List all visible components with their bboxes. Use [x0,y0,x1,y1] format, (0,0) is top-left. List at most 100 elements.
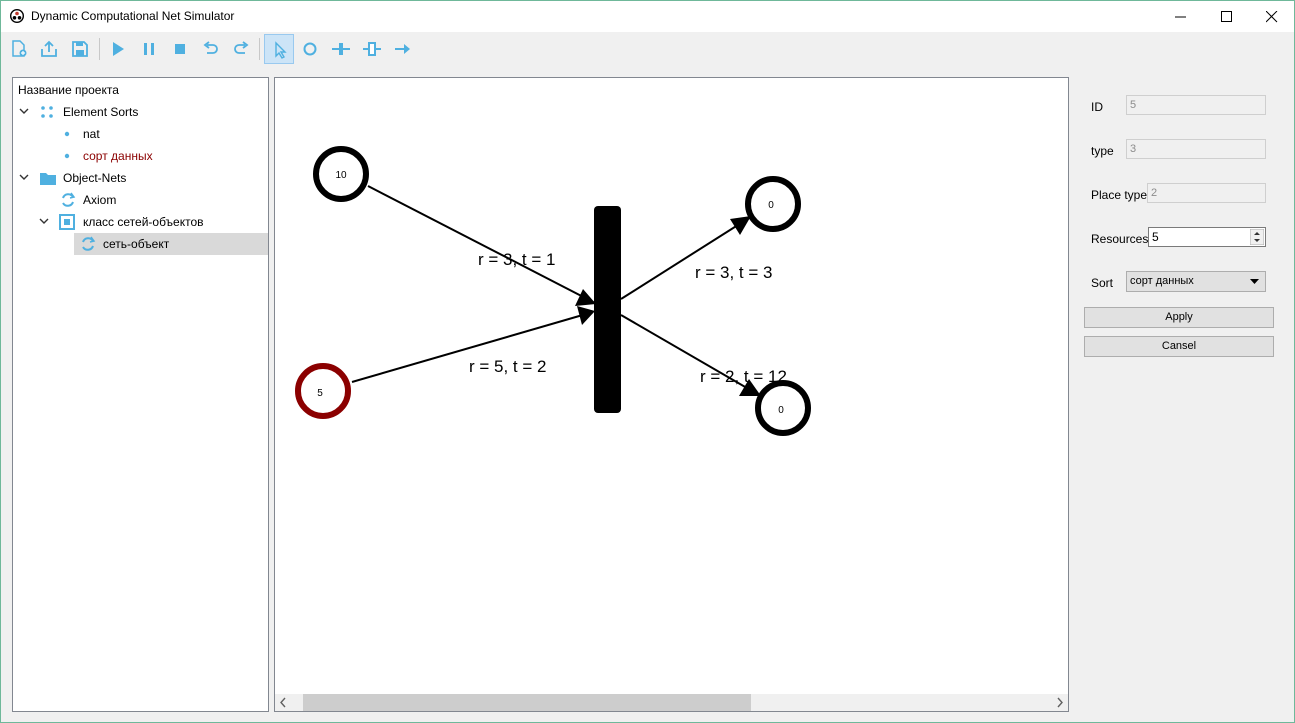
arrowhead-icon [575,289,596,306]
undo-icon [203,41,218,54]
pause-icon [144,43,154,55]
tree-item-object-net[interactable]: сеть-объект [74,233,268,255]
class-box-icon [59,214,75,230]
place-tool-button[interactable] [295,34,325,64]
chevron-down-icon [1250,279,1259,284]
id-label: ID [1091,100,1103,114]
scrollbar-thumb[interactable] [303,694,751,711]
transition-tool-button[interactable] [326,34,356,64]
pointer-icon [275,41,287,59]
tree-item-label: сеть-объект [103,237,170,251]
transition-alt-icon [363,42,381,56]
tree-item-object-nets[interactable]: Object-Nets [13,167,268,189]
toolbar-separator [99,38,100,60]
arc-label: r = 3, t = 1 [478,250,556,269]
arc-label: r = 2, t = 12 [700,367,787,386]
place-token-count: 0 [778,405,784,416]
maximize-icon [1221,11,1232,22]
horizontal-scrollbar[interactable] [275,694,1068,711]
app-window: Dynamic Computational Net Simulator Назв… [0,0,1295,723]
redo-button[interactable] [226,34,256,64]
transition-icon [332,43,350,55]
transition[interactable] [594,206,621,413]
type-field: 3 [1126,139,1266,159]
place-token-count: 5 [317,388,323,399]
close-button[interactable] [1249,1,1295,32]
spin-arrows-icon[interactable] [1250,229,1264,245]
pause-button[interactable] [134,34,164,64]
place-1[interactable]: 10 [313,146,369,202]
pointer-tool-button[interactable] [264,34,294,64]
refresh-net-icon [62,192,76,207]
tree-item-axiom[interactable]: Axiom [13,189,268,211]
toolbar [1,32,1294,66]
resources-value: 5 [1152,230,1159,244]
tree-item-label: Axiom [83,193,117,207]
scroll-left-icon[interactable] [275,694,292,711]
arc-label: r = 3, t = 3 [695,263,773,282]
new-file-icon [12,40,27,57]
stop-button[interactable] [165,34,195,64]
place-token-count: 0 [768,200,774,211]
tree-item-net-class[interactable]: класс сетей-объектов [13,211,268,233]
id-field: 5 [1126,95,1266,115]
place-type-field: 2 [1147,183,1266,203]
bullet-icon [64,131,70,137]
arrowhead-icon [577,306,595,325]
place-icon [303,42,317,56]
apply-button[interactable]: Apply [1084,307,1274,328]
undo-button[interactable] [196,34,226,64]
play-button[interactable] [103,34,133,64]
bullet-icon [64,153,70,159]
arc-tool-button[interactable] [388,34,418,64]
tree-item-element-sorts[interactable]: Element Sorts [13,101,268,123]
sort-dropdown[interactable]: сорт данных [1126,271,1266,292]
tree-root-label: Название проекта [18,83,119,97]
scroll-right-icon[interactable] [1051,694,1068,711]
refresh-net-icon [82,236,96,251]
net-diagram: 10 5 0 0 r = 3, t = 1 r = 5, t = 2 r = 3… [295,146,811,436]
place-token-count: 10 [335,170,347,181]
chevron-down-icon[interactable] [39,218,49,226]
properties-panel: ID 5 type 3 Place type 2 Resources 5 Sor… [1076,77,1286,377]
new-file-button[interactable] [4,34,34,64]
dots-grid-icon [41,106,53,118]
tree-item-label: nat [83,127,100,141]
place-3[interactable]: 0 [745,176,801,232]
save-button[interactable] [65,34,95,64]
play-icon [113,42,124,56]
minimize-button[interactable] [1158,1,1204,32]
net-editor-canvas[interactable]: 10 5 0 0 r = 3, t = 1 r = 5, t = 2 r = 3… [274,77,1069,712]
stop-icon [175,44,185,54]
import-icon [41,40,57,57]
cancel-button[interactable]: Cansel [1084,336,1274,357]
sort-label: Sort [1091,276,1114,290]
place-2[interactable]: 5 [295,363,351,419]
title-bar: Dynamic Computational Net Simulator [1,1,1294,32]
chevron-down-icon[interactable] [19,108,29,116]
project-tree: Название проекта Element Sorts nat сорт … [12,77,269,712]
chevron-down-icon[interactable] [19,174,29,182]
place-type-label: Place type [1091,188,1148,202]
arc-label: r = 5, t = 2 [469,357,547,376]
arc-icon [395,44,410,54]
redo-icon [234,41,249,54]
tree-item-label: Object-Nets [63,171,127,185]
resources-spinbox[interactable]: 5 [1148,227,1266,247]
arrowhead-icon [730,216,751,235]
resources-label: Resources [1091,232,1149,246]
tree-item-label: класс сетей-объектов [83,215,204,229]
toolbar-separator [259,38,260,60]
tree-item-sort-nat[interactable]: nat [13,123,268,145]
app-logo-icon [10,9,24,23]
close-icon [1266,11,1278,23]
arc-3[interactable] [620,217,750,300]
transition-alt-tool-button[interactable] [357,34,387,64]
tree-item-sort-data[interactable]: сорт данных [13,145,268,167]
type-label: type [1091,144,1114,158]
place-4[interactable]: 0 [755,380,811,436]
arc-1[interactable] [367,185,596,304]
import-button[interactable] [34,34,64,64]
tree-item-label: сорт данных [83,149,153,163]
maximize-button[interactable] [1204,1,1250,32]
